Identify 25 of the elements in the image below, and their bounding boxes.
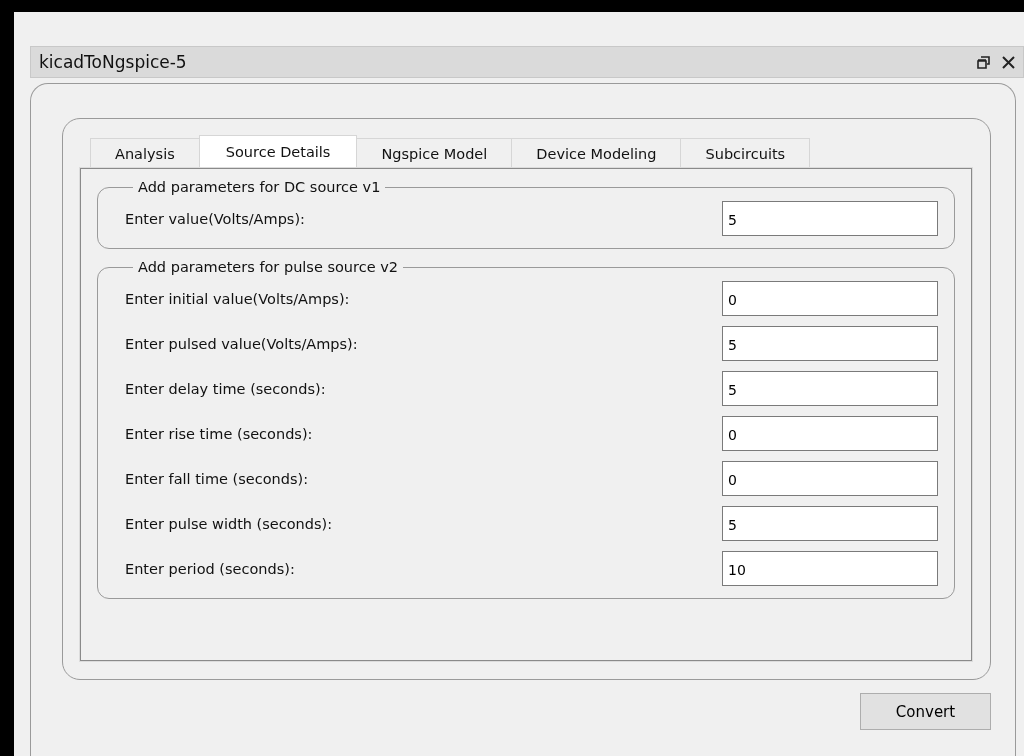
input-field[interactable]: 0 <box>722 281 938 316</box>
input-field[interactable]: 0 <box>722 416 938 451</box>
restore-icon[interactable] <box>977 55 990 69</box>
field-label: Enter pulsed value(Volts/Amps): <box>125 335 358 352</box>
input-field[interactable]: 0 <box>722 461 938 496</box>
field-label: Enter pulse width (seconds): <box>125 515 333 532</box>
convert-button[interactable]: Convert <box>860 693 991 730</box>
tab[interactable]: Subcircuits <box>680 138 811 168</box>
field-label: Enter rise time (seconds): <box>125 425 313 442</box>
tab[interactable]: Source Details <box>198 135 358 168</box>
field-label: Enter delay time (seconds): <box>125 380 326 397</box>
window-title: kicadToNgspice-5 <box>39 52 188 72</box>
close-icon[interactable] <box>1002 55 1015 69</box>
input-field[interactable]: 5 <box>722 326 938 361</box>
tab[interactable]: Analysis <box>90 138 200 168</box>
field-label: Enter initial value(Volts/Amps): <box>125 290 350 307</box>
input-field[interactable]: 5 <box>722 506 938 541</box>
input-field[interactable]: 10 <box>722 551 938 586</box>
group-title: Add parameters for pulse source v2 <box>137 259 400 275</box>
group-title: Add parameters for DC source v1 <box>137 179 382 195</box>
field-label: Enter fall time (seconds): <box>125 470 309 487</box>
field-label: Enter period (seconds): <box>125 560 295 577</box>
field-label: Enter value(Volts/Amps): <box>125 210 305 227</box>
input-field[interactable]: 5 <box>722 201 938 236</box>
input-field[interactable]: 5 <box>722 371 938 406</box>
